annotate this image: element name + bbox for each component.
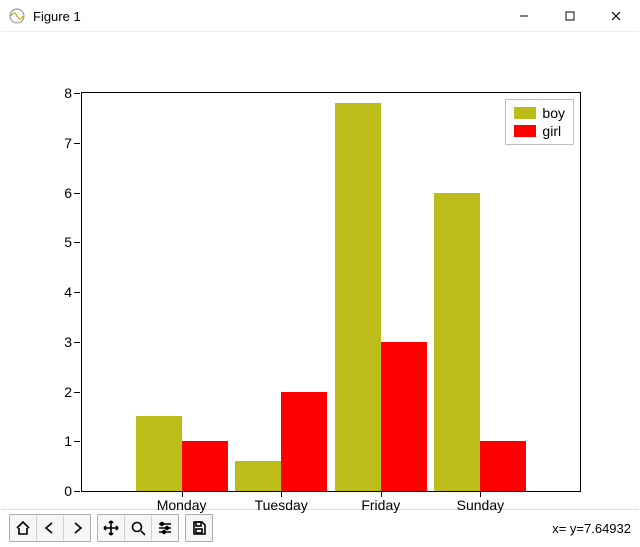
- y-tick: [74, 93, 80, 94]
- nav-toolbar: x= y=7.64932: [1, 509, 639, 546]
- tool-group-view: [97, 514, 179, 542]
- legend-label: girl: [542, 122, 561, 140]
- y-tick-label: 6: [12, 185, 72, 201]
- configure-button[interactable]: [152, 515, 178, 541]
- y-tick: [74, 292, 80, 293]
- y-tick-label: 5: [12, 234, 72, 250]
- bar-boy: [434, 193, 480, 492]
- x-tick-label: Sunday: [457, 497, 504, 513]
- bar-boy: [235, 461, 281, 491]
- back-button[interactable]: [37, 515, 64, 541]
- forward-button[interactable]: [64, 515, 90, 541]
- bar-girl: [281, 392, 327, 492]
- zoom-button[interactable]: [125, 515, 152, 541]
- y-tick: [74, 342, 80, 343]
- x-tick-label: Friday: [361, 497, 400, 513]
- bar-girl: [381, 342, 427, 491]
- y-tick-label: 8: [12, 85, 72, 101]
- titlebar: Figure 1: [1, 1, 639, 32]
- chart-canvas[interactable]: boy girl 012345678MondayTuesdayFridaySun…: [1, 32, 639, 509]
- legend: boy girl: [505, 99, 574, 145]
- save-button[interactable]: [186, 515, 212, 541]
- y-tick-label: 2: [12, 384, 72, 400]
- y-tick-label: 4: [12, 284, 72, 300]
- y-tick: [74, 491, 80, 492]
- legend-swatch-boy: [514, 107, 536, 119]
- maximize-button[interactable]: [547, 1, 593, 31]
- y-tick-label: 3: [12, 334, 72, 350]
- axes: boy girl 012345678MondayTuesdayFridaySun…: [81, 92, 581, 492]
- y-tick-label: 1: [12, 433, 72, 449]
- y-tick-label: 0: [12, 483, 72, 499]
- legend-item-boy: boy: [514, 104, 565, 122]
- bar-boy: [335, 103, 381, 491]
- y-tick-label: 7: [12, 135, 72, 151]
- y-tick: [74, 441, 80, 442]
- close-button[interactable]: [593, 1, 639, 31]
- app-icon: [9, 8, 25, 24]
- y-tick: [74, 242, 80, 243]
- tool-group-nav: [9, 514, 91, 542]
- tool-group-save: [185, 514, 213, 542]
- x-tick-label: Tuesday: [255, 497, 308, 513]
- cursor-status: x= y=7.64932: [552, 521, 631, 536]
- window-title: Figure 1: [33, 9, 81, 24]
- bar-girl: [182, 441, 228, 491]
- bar-boy: [136, 416, 182, 491]
- minimize-button[interactable]: [501, 1, 547, 31]
- home-button[interactable]: [10, 515, 37, 541]
- legend-label: boy: [542, 104, 565, 122]
- legend-swatch-girl: [514, 125, 536, 137]
- pan-button[interactable]: [98, 515, 125, 541]
- x-tick-label: Monday: [157, 497, 207, 513]
- y-tick: [74, 143, 80, 144]
- y-tick: [74, 392, 80, 393]
- figure-window: Figure 1 boy girl 0 1 2 3 4 5 6 7 8 Monday: [0, 0, 640, 547]
- bar-girl: [480, 441, 526, 491]
- y-tick: [74, 193, 80, 194]
- legend-item-girl: girl: [514, 122, 565, 140]
